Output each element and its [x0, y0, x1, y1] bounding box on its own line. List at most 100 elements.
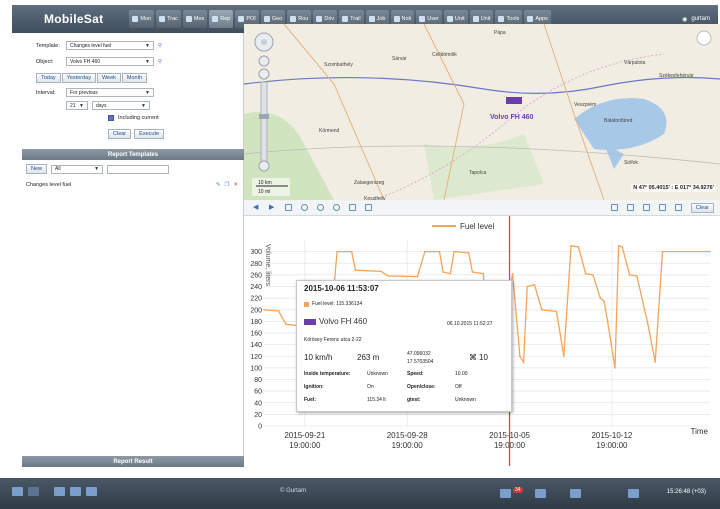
- fuel-data-point: [533, 283, 536, 286]
- zoom-in-icon[interactable]: [317, 204, 324, 211]
- including-current-checkbox[interactable]: [108, 115, 114, 121]
- tab-label: Driv: [324, 16, 335, 22]
- tab-mes[interactable]: Mes: [182, 10, 208, 28]
- svg-text:10 mi: 10 mi: [258, 189, 270, 195]
- fuel-data-point: [424, 250, 426, 253]
- window-icon[interactable]: [628, 489, 639, 498]
- sensor-value: Off: [455, 384, 462, 390]
- tools-icon[interactable]: [535, 489, 546, 498]
- tab-icon: [316, 16, 323, 22]
- sensor-label: gtest:: [407, 397, 421, 403]
- pdf-icon[interactable]: [626, 204, 634, 211]
- count-input[interactable]: 21 ▼: [66, 101, 88, 110]
- template-search-input[interactable]: [107, 164, 170, 174]
- fuel-data-point: [592, 274, 594, 276]
- sensor-value: 115.34 lt: [367, 397, 386, 403]
- grid-icon[interactable]: [28, 487, 39, 496]
- fuel-data-point: [387, 275, 390, 277]
- object-select[interactable]: Volvo FH 460 ▼: [66, 57, 154, 66]
- template-filter-select[interactable]: All ▼: [51, 164, 104, 174]
- town-label: Sárvár: [392, 56, 407, 62]
- pin-icon[interactable]: [349, 204, 356, 211]
- template-select[interactable]: Changes level fuel ▼: [66, 41, 154, 50]
- link-icon[interactable]: ⚲: [158, 43, 162, 49]
- zoom-icon[interactable]: [301, 204, 308, 211]
- tab-mon[interactable]: Mon: [129, 10, 155, 28]
- monitor-icon[interactable]: [86, 487, 97, 496]
- sensor-label: Speed:: [407, 371, 424, 377]
- edit-icon[interactable]: ✎: [216, 182, 221, 188]
- period-today-button[interactable]: Today: [36, 73, 61, 83]
- y-tick-label: 60: [254, 389, 262, 396]
- fuel-data-point: [628, 274, 631, 276]
- layout-icon[interactable]: [12, 487, 23, 496]
- copy-icon[interactable]: ❐: [224, 182, 229, 188]
- y-tick-label: 240: [250, 284, 262, 291]
- truck-icon: [506, 97, 522, 104]
- interval-select[interactable]: For previous ▼: [66, 88, 154, 97]
- tab-label: Geo: [271, 16, 283, 22]
- report-templates-header: Report Templates: [22, 149, 244, 160]
- sensor-value: 10.00: [455, 371, 468, 377]
- execute-button[interactable]: Execute: [134, 129, 165, 139]
- chart-settings-icon[interactable]: [365, 204, 372, 211]
- town-label: Tapolca: [469, 170, 486, 176]
- unit-select[interactable]: days ▼: [92, 101, 150, 110]
- tab-icon: [263, 16, 270, 22]
- legend-item: Fuel level: [460, 222, 494, 231]
- zoom-out-icon[interactable]: [258, 160, 270, 172]
- town-label: Zalaegerszeg: [354, 180, 385, 186]
- print-icon[interactable]: [674, 204, 682, 211]
- zoom-out-icon[interactable]: [333, 204, 340, 211]
- sound-icon[interactable]: [570, 489, 581, 498]
- new-template-button[interactable]: New: [26, 164, 48, 174]
- tab-label: Mes: [193, 16, 205, 22]
- delete-icon[interactable]: ✕: [233, 182, 238, 188]
- link-icon[interactable]: ⚲: [158, 59, 162, 65]
- fuel-data-point: [380, 270, 382, 273]
- template-list-item[interactable]: Changes level fuel ✎ ❐ ✕: [26, 182, 238, 188]
- map-pan-control[interactable]: [254, 32, 274, 52]
- zoom-in-icon[interactable]: [258, 68, 270, 80]
- monitor-icon[interactable]: [70, 487, 81, 496]
- user-menu[interactable]: ◉ gurtam: [682, 16, 718, 23]
- map-view[interactable]: Pápa Szombathely Sárvár Celldömölk Várpalota…: [244, 24, 720, 200]
- tab-label: Unit: [454, 16, 465, 22]
- image-icon[interactable]: [610, 204, 618, 211]
- tab-label: POI: [246, 16, 256, 22]
- prev-icon[interactable]: ◀: [253, 204, 260, 211]
- export-icon[interactable]: [658, 204, 666, 211]
- tab-trac[interactable]: Trac: [156, 10, 181, 28]
- monitor-icon[interactable]: [54, 487, 65, 496]
- zoom-world-icon[interactable]: [258, 55, 270, 67]
- period-month-button[interactable]: Month: [121, 73, 148, 83]
- fuel-data-point: [467, 251, 470, 254]
- tab-rep[interactable]: Rep: [209, 10, 234, 28]
- user-icon: ◉: [682, 16, 688, 23]
- document-icon[interactable]: [642, 204, 650, 211]
- fuel-data-point: [285, 323, 287, 326]
- period-yesterday-button[interactable]: Yesterday: [61, 73, 96, 83]
- chart-toolbar: ◀ ▶ Clear: [244, 200, 720, 216]
- y-tick-label: 20: [254, 412, 262, 419]
- axis-icon[interactable]: [285, 204, 292, 211]
- next-icon[interactable]: ▶: [269, 204, 276, 211]
- brand-logo: MobileSat: [44, 12, 104, 26]
- zoom-slider-handle[interactable]: [259, 114, 269, 119]
- fuel-data-point: [471, 271, 474, 273]
- chevron-down-icon: ▼: [145, 58, 150, 65]
- map-layers-icon[interactable]: [696, 30, 712, 46]
- period-week-button[interactable]: Week: [96, 73, 121, 83]
- y-axis-label: Volume, liters: [264, 244, 271, 287]
- user-name: gurtam: [691, 16, 710, 22]
- chart-clear-button[interactable]: Clear: [690, 202, 714, 213]
- fuel-data-point: [617, 245, 620, 247]
- chevron-down-icon: ▼: [94, 166, 100, 172]
- tooltip-address: Körösey Ferenc utca 2-22: [304, 337, 362, 343]
- fuel-data-point: [647, 323, 649, 326]
- zoom-slider[interactable]: [260, 81, 268, 163]
- messages-icon[interactable]: [500, 489, 511, 498]
- clear-button[interactable]: Clear: [108, 129, 132, 139]
- town-label: Pápa: [494, 30, 506, 36]
- tab-label: Mon: [140, 16, 152, 22]
